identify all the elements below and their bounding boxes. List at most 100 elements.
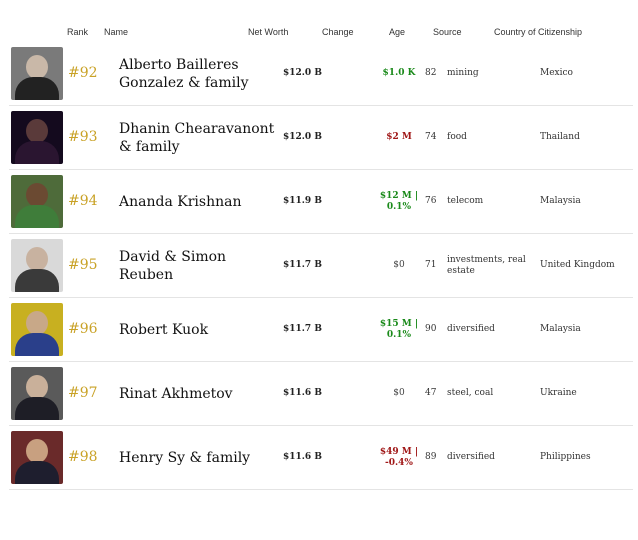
rank: #94 [68,193,98,209]
profile-photo[interactable] [11,303,63,356]
wealth-source-text: diversified [447,324,495,334]
person-torso-shape [15,77,59,100]
column-header-rank[interactable]: Rank [67,27,88,37]
age: 47 [425,388,437,398]
person-head-shape [26,375,48,399]
person-torso-shape [15,333,59,356]
net-worth: $11.6 B [283,452,322,462]
change-value: $0 [375,234,423,297]
wealth-source: mining [447,42,535,105]
country: Thailand [540,132,580,142]
table-row[interactable]: #96 Robert Kuok $11.7 B $15 M | 0.1% 90 diver… [9,298,633,362]
profile-photo[interactable] [11,111,63,164]
table-row[interactable]: #95 David & Simon Reuben $11.7 B $0 71 invest… [9,234,633,298]
person-torso-shape [15,269,59,292]
profile-photo[interactable] [11,175,63,228]
age: 90 [425,324,437,334]
age: 71 [425,260,437,270]
table-header: Rank Name Net Worth Change Age Source Co… [0,27,638,41]
person-torso-shape [15,461,59,484]
country: United Kingdom [540,260,615,270]
wealth-source-text: mining [447,68,479,78]
country: Malaysia [540,324,581,334]
country: Philippines [540,452,591,462]
rank: #92 [68,65,98,81]
rank: #96 [68,321,98,337]
column-header-country[interactable]: Country of Citizenship [494,27,582,37]
age: 82 [425,68,437,78]
person-head-shape [26,439,48,463]
wealth-source: diversified [447,298,535,361]
change-text: $1.0 K [382,68,416,78]
net-worth: $11.7 B [283,324,322,334]
wealth-source-text: steel, coal [447,388,494,398]
wealth-source: food [447,106,535,169]
change-value: $2 M [375,106,423,169]
person-name-link[interactable]: Dhanin Chearavanont & family [119,106,279,169]
rank: #98 [68,449,98,465]
net-worth: $12.0 B [283,68,322,78]
person-name: David & Simon Reuben [119,248,227,283]
rank: #93 [68,129,98,145]
person-torso-shape [15,397,59,420]
net-worth: $11.9 B [283,196,322,206]
person-name-link[interactable]: Henry Sy & family [119,426,279,489]
person-name-link[interactable]: Robert Kuok [119,298,279,361]
person-torso-shape [15,205,59,228]
table-row[interactable]: #93 Dhanin Chearavanont & family $12.0 B $2… [9,106,633,170]
change-value: $49 M | -0.4% [375,426,423,489]
person-name-link[interactable]: Ananda Krishnan [119,170,279,233]
profile-photo[interactable] [11,47,63,100]
person-name-link[interactable]: David & Simon Reuben [119,234,279,297]
change-text: $12 M | 0.1% [379,190,419,212]
change-text: $49 M | -0.4% [379,446,419,468]
profile-photo[interactable] [11,367,63,420]
country: Malaysia [540,196,581,206]
wealth-source-text: investments, real estate [447,254,526,276]
change-value: $15 M | 0.1% [375,298,423,361]
table-row[interactable]: #97 Rinat Akhmetov $11.6 B $0 47 steel, coal U… [9,362,633,426]
person-name: Ananda Krishnan [119,193,242,210]
wealth-source: steel, coal [447,362,535,425]
column-header-change[interactable]: Change [322,27,354,37]
table-row[interactable]: #94 Ananda Krishnan $11.9 B $12 M | 0.1% 76 t… [9,170,633,234]
column-header-name[interactable]: Name [104,27,128,37]
person-head-shape [26,311,48,335]
age: 74 [425,132,437,142]
person-name: Dhanin Chearavanont & family [119,120,275,155]
table-row[interactable]: #92 Alberto Bailleres Gonzalez & family $1… [9,42,633,106]
change-text: $2 M [386,132,412,142]
person-name-link[interactable]: Rinat Akhmetov [119,362,279,425]
age: 76 [425,196,437,206]
person-head-shape [26,55,48,79]
person-name: Rinat Akhmetov [119,385,233,402]
person-name: Henry Sy & family [119,449,251,466]
change-value: $12 M | 0.1% [375,170,423,233]
person-head-shape [26,119,48,143]
column-header-net-worth[interactable]: Net Worth [248,27,288,37]
net-worth: $11.7 B [283,260,322,270]
net-worth: $12.0 B [283,132,322,142]
profile-photo[interactable] [11,431,63,484]
change-text: $0 [393,260,405,270]
person-name-link[interactable]: Alberto Bailleres Gonzalez & family [119,42,279,105]
table-row[interactable]: #98 Henry Sy & family $11.6 B $49 M | -0.4%… [9,426,633,490]
rank: #97 [68,385,98,401]
person-name: Alberto Bailleres Gonzalez & family [119,56,249,91]
person-head-shape [26,183,48,207]
wealth-source: investments, real estate [447,234,535,297]
country: Ukraine [540,388,577,398]
change-text: $15 M | 0.1% [379,318,419,340]
column-header-age[interactable]: Age [389,27,405,37]
wealth-source: telecom [447,170,535,233]
change-text: $0 [393,388,405,398]
column-header-source[interactable]: Source [433,27,462,37]
country: Mexico [540,68,573,78]
age: 89 [425,452,437,462]
change-value: $0 [375,362,423,425]
change-value: $1.0 K [375,42,423,105]
person-torso-shape [15,141,59,164]
person-head-shape [26,247,48,271]
profile-photo[interactable] [11,239,63,292]
person-name: Robert Kuok [119,321,209,338]
